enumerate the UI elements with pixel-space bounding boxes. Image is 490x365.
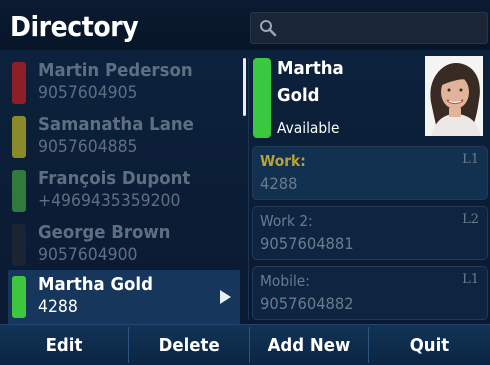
line-badge: L1 — [462, 152, 479, 167]
page-title: Directory — [10, 10, 139, 43]
presence-indicator — [12, 170, 26, 212]
field-label: Mobile: — [260, 272, 310, 290]
detail-presence-status: Available — [277, 119, 340, 137]
chevron-right-icon — [220, 290, 231, 304]
contact-item[interactable]: Samanatha Lane 9057604885 — [8, 110, 240, 164]
contact-name: Martin Pederson — [38, 60, 193, 81]
detail-first-name: Martha — [277, 58, 344, 79]
contact-number: 9057604885 — [38, 137, 138, 157]
edit-button[interactable]: Edit — [0, 325, 128, 365]
presence-indicator — [12, 62, 26, 104]
contact-item-selected[interactable]: Martha Gold 4288 — [8, 270, 240, 324]
field-value: 9057604881 — [260, 234, 354, 253]
search-input[interactable] — [250, 12, 488, 44]
phone-screen: Directory Martin Pederson 9057604905 Sam… — [0, 0, 490, 365]
contact-number: 9057604900 — [38, 245, 138, 265]
field-value: 4288 — [260, 174, 298, 193]
detail-last-name: Gold — [277, 85, 320, 106]
search-icon — [260, 20, 277, 37]
line-badge: L2 — [462, 212, 479, 227]
line-badge: L1 — [462, 272, 479, 287]
contact-photo — [425, 56, 483, 136]
phone-field-work[interactable]: Work: L1 4288 — [252, 146, 488, 200]
quit-button[interactable]: Quit — [369, 325, 490, 365]
contact-name: Martha Gold — [38, 274, 153, 295]
add-new-button[interactable]: Add New — [250, 325, 368, 365]
contact-name: Samanatha Lane — [38, 114, 194, 135]
header: Directory — [0, 0, 490, 50]
divider — [248, 58, 249, 320]
phone-field-mobile[interactable]: Mobile: L1 9057604882 — [252, 266, 488, 320]
contact-name: George Brown — [38, 222, 171, 243]
phone-field-work-2[interactable]: Work 2: L2 9057604881 — [252, 206, 488, 260]
field-label: Work 2: — [260, 212, 313, 230]
contact-name: François Dupont — [38, 168, 191, 189]
contact-number: 9057604905 — [38, 83, 138, 103]
presence-indicator — [12, 276, 26, 318]
contact-number: 4288 — [38, 297, 78, 317]
field-value: 9057604882 — [260, 294, 354, 313]
softkey-bar: Edit Delete Add New Quit — [0, 324, 490, 365]
delete-button[interactable]: Delete — [129, 325, 249, 365]
contact-item[interactable]: Martin Pederson 9057604905 — [8, 56, 240, 110]
presence-indicator — [12, 116, 26, 158]
field-label: Work: — [260, 152, 306, 170]
contact-list: Martin Pederson 9057604905 Samanatha Lan… — [8, 56, 240, 324]
contact-item[interactable]: George Brown 9057604900 — [8, 218, 240, 272]
contact-item[interactable]: François Dupont +4969435359200 — [8, 164, 240, 218]
scrollbar[interactable] — [243, 58, 246, 116]
detail-presence-indicator — [253, 58, 271, 138]
presence-indicator — [12, 224, 26, 266]
contact-number: +4969435359200 — [38, 191, 181, 211]
